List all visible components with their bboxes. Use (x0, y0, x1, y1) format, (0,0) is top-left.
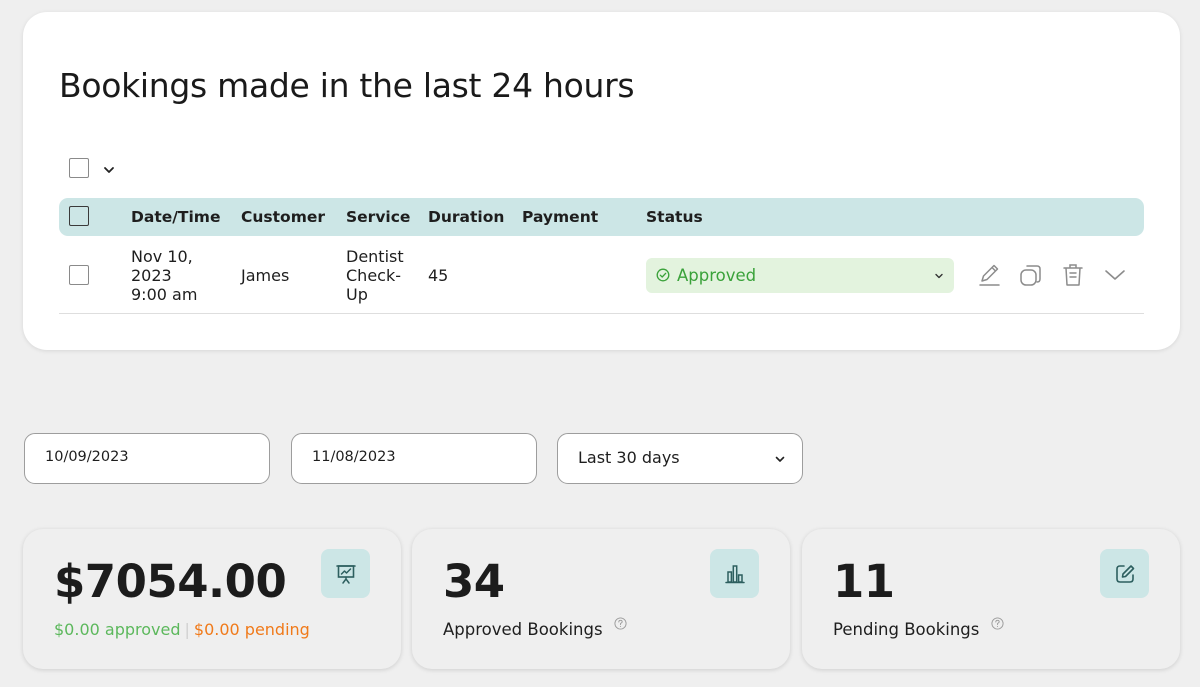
table-row: Nov 10, 2023 9:00 am James Dentist Check… (59, 237, 1144, 314)
duplicate-icon[interactable] (1017, 261, 1045, 289)
approved-amount: $0.00 approved (54, 620, 181, 639)
select-all-checkbox[interactable] (69, 206, 89, 226)
help-icon[interactable] (614, 617, 627, 630)
date-from-value: 10/09/2023 (45, 449, 129, 465)
row-checkbox[interactable] (69, 265, 89, 285)
approved-bookings-card: 34 Approved Bookings (412, 529, 790, 669)
trash-icon[interactable] (1059, 261, 1087, 289)
date-to-input[interactable]: 11/08/2023 (291, 433, 537, 484)
date-range-value: Last 30 days (578, 448, 680, 467)
column-header-payment[interactable]: Payment (522, 208, 598, 226)
bar-chart-icon (710, 549, 759, 598)
recent-bookings-card: Bookings made in the last 24 hours Date/… (23, 12, 1180, 350)
revenue-breakdown: $0.00 approved | $0.00 pending (54, 620, 310, 639)
approved-bookings-label: Approved Bookings (443, 620, 603, 639)
chevron-down-icon[interactable] (1101, 261, 1129, 289)
pending-bookings-count: 11 (833, 555, 895, 608)
column-header-customer[interactable]: Customer (241, 208, 325, 226)
chevron-down-icon (935, 273, 943, 279)
table-header: Date/Time Customer Service Duration Paym… (59, 198, 1144, 236)
bulk-select-checkbox[interactable] (69, 158, 89, 178)
revenue-value: $7054.00 (54, 555, 287, 608)
date-to-value: 11/08/2023 (312, 449, 396, 465)
status-dropdown[interactable]: Approved (646, 258, 954, 293)
date-from-input[interactable]: 10/09/2023 (24, 433, 270, 484)
pending-bookings-label-wrap: Pending Bookings (833, 617, 1004, 639)
column-header-date-time[interactable]: Date/Time (131, 208, 220, 226)
pending-amount: $0.00 pending (193, 620, 310, 639)
help-icon[interactable] (991, 617, 1004, 630)
status-value: Approved (677, 266, 757, 285)
booking-customer: James (241, 266, 290, 285)
separator: | (184, 620, 190, 639)
edit-icon[interactable] (976, 261, 1004, 289)
bulk-actions-chevron-icon[interactable] (101, 162, 117, 178)
pending-bookings-card: 11 Pending Bookings (802, 529, 1180, 669)
booking-date-time: Nov 10, 2023 9:00 am (131, 247, 198, 304)
edit-square-icon (1100, 549, 1149, 598)
column-header-status[interactable]: Status (646, 208, 703, 226)
card-title: Bookings made in the last 24 hours (59, 66, 635, 105)
revenue-card: $7054.00 $0.00 approved | $0.00 pending (23, 529, 401, 669)
presentation-chart-icon (321, 549, 370, 598)
booking-duration: 45 (428, 266, 449, 285)
column-header-duration[interactable]: Duration (428, 208, 504, 226)
chevron-down-icon (775, 456, 785, 462)
approved-bookings-count: 34 (443, 555, 505, 608)
column-header-service[interactable]: Service (346, 208, 410, 226)
check-circle-icon (656, 268, 670, 282)
date-range-select[interactable]: Last 30 days (557, 433, 803, 484)
booking-service: Dentist Check- Up (346, 247, 404, 304)
pending-bookings-label: Pending Bookings (833, 620, 980, 639)
approved-bookings-label-wrap: Approved Bookings (443, 617, 627, 639)
